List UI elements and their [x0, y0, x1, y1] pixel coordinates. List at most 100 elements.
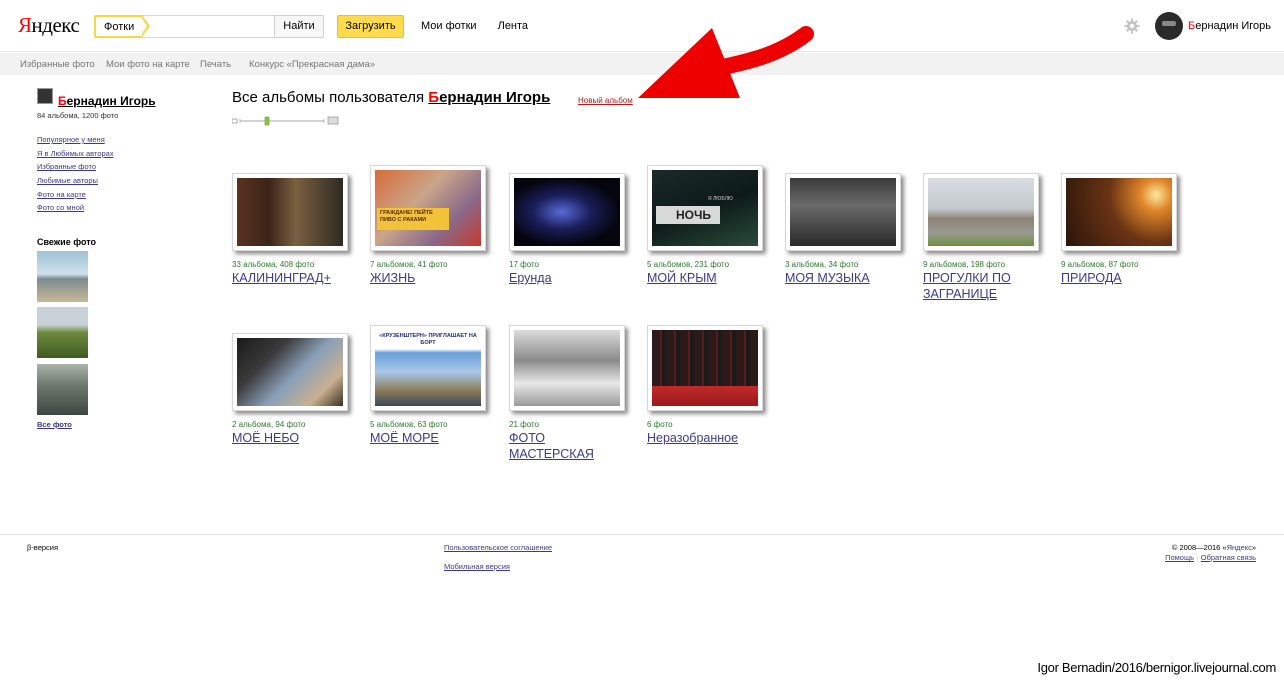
album-cover-image [514, 178, 620, 246]
footer-mobile-link[interactable]: Мобильная версия [444, 562, 510, 571]
sidebar-link-favorite-photos[interactable]: Избранные фото [37, 162, 114, 171]
top-nav: Мои фотки Лента [421, 20, 546, 32]
annotation-arrow-icon [638, 26, 814, 98]
album-cover-image: ГРАЖДАНЕ! ПЕЙТЕ ПИВО С РАКАМИ [375, 170, 481, 246]
footer-feedback-link[interactable]: Обратная связь [1201, 553, 1256, 562]
album-count: 21 фото [509, 420, 539, 429]
album-count: 9 альбомов, 87 фото [1061, 260, 1139, 269]
album-cover[interactable] [647, 325, 763, 411]
album-cover-caption: ГРАЖДАНЕ! ПЕЙТЕ ПИВО С РАКАМИ [377, 208, 449, 230]
sidebar-link-popular[interactable]: Популярное у меня [37, 135, 114, 144]
subnav-contest[interactable]: Конкурс «Прекрасная дама» [249, 59, 375, 70]
album-count: 9 альбомов, 198 фото [923, 260, 1006, 269]
subnav-print[interactable]: Печать [200, 59, 231, 70]
page-title: Все альбомы пользователя Бернадин Игорь [232, 89, 550, 106]
sidebar-stats: 84 альбома, 1200 фото [37, 111, 119, 120]
album-count: 3 альбома, 34 фото [785, 260, 859, 269]
footer-separator: · [1196, 553, 1199, 562]
user-name-top[interactable]: Бернадин Игорь [1188, 20, 1271, 32]
album-cover[interactable]: НОЧЬ Я ЛЮБЛЮ [647, 165, 763, 251]
page-title-owner[interactable]: Бернадин Игорь [428, 89, 550, 106]
album-title[interactable]: ЖИЗНЬ [370, 270, 480, 286]
logo-rest: ндекс [31, 13, 80, 37]
fresh-photo-thumb[interactable] [37, 364, 88, 415]
sidebar-user-name[interactable]: Бернадин Игорь [58, 94, 156, 108]
sidebar-link-in-favorites[interactable]: Я в Любимых авторах [37, 149, 114, 158]
new-album-link[interactable]: Новый альбом [578, 96, 633, 105]
yandex-logo[interactable]: Яндекс [18, 13, 80, 38]
album-card[interactable]: ГРАЖДАНЕ! ПЕЙТЕ ПИВО С РАКАМИ 7 альбомов… [370, 165, 488, 286]
subnav-map[interactable]: Мои фото на карте [106, 59, 190, 70]
album-title[interactable]: МОЁ НЕБО [232, 430, 342, 446]
album-card[interactable]: 21 фото ФОТО МАСТЕРСКАЯ [509, 325, 627, 462]
sidebar-link-with-me[interactable]: Фото со мной [37, 203, 114, 212]
album-card[interactable]: 9 альбомов, 87 фото ПРИРОДА [1061, 173, 1179, 286]
album-title[interactable]: МОЙ КРЫМ [647, 270, 757, 286]
album-cover[interactable]: ГРАЖДАНЕ! ПЕЙТЕ ПИВО С РАКАМИ [370, 165, 486, 251]
fresh-photo-thumb[interactable] [37, 251, 88, 302]
album-cover-caption: НОЧЬ [656, 206, 720, 224]
album-cover[interactable] [232, 333, 348, 411]
album-card[interactable]: 17 фото Ерунда [509, 173, 627, 286]
fresh-photos-title: Свежие фото [37, 237, 97, 247]
album-count: 5 альбомов, 231 фото [647, 260, 730, 269]
album-title[interactable]: ФОТО МАСТЕРСКАЯ [509, 430, 619, 462]
album-title[interactable]: КАЛИНИНГРАД+ [232, 270, 342, 286]
footer-help-links: Помощь · Обратная связь [1165, 553, 1256, 562]
album-card[interactable]: 33 альбома, 408 фото КАЛИНИНГРАД+ [232, 173, 350, 286]
album-cover-caption: «КРУЗЕНШТЕРН» ПРИГЛАШАЕТ НА БОРТ [378, 332, 478, 349]
sidebar-link-favorite-authors[interactable]: Любимые авторы [37, 176, 114, 185]
album-title[interactable]: ПРОГУЛКИ ПО ЗАГРАНИЦЕ [923, 270, 1033, 302]
search-button[interactable]: Найти [274, 15, 324, 38]
fresh-photo-thumb[interactable] [37, 307, 88, 358]
zoom-slider[interactable] [232, 116, 340, 126]
sidebar-avatar[interactable] [37, 88, 53, 104]
album-cover-image [1066, 178, 1172, 246]
upload-button[interactable]: Загрузить [337, 15, 404, 38]
album-card[interactable]: 9 альбомов, 198 фото ПРОГУЛКИ ПО ЗАГРАНИ… [923, 173, 1041, 302]
album-card[interactable]: 6 фото Неразобранное [647, 325, 765, 446]
nav-my-photos[interactable]: Мои фотки [421, 20, 477, 32]
page-title-prefix: Все альбомы пользователя [232, 89, 425, 106]
album-cover-image [237, 338, 343, 406]
all-photos-link[interactable]: Все фото [37, 420, 72, 429]
album-card[interactable]: 2 альбома, 94 фото МОЁ НЕБО [232, 333, 350, 446]
subnav-favorites[interactable]: Избранные фото [20, 59, 95, 70]
album-card[interactable]: 3 альбома, 34 фото МОЯ МУЗЫКА [785, 173, 903, 286]
album-title[interactable]: ПРИРОДА [1061, 270, 1171, 286]
footer-copyright: © 2008—2016 «Яндекс» [1172, 543, 1256, 552]
album-cover[interactable]: «КРУЗЕНШТЕРН» ПРИГЛАШАЕТ НА БОРТ [370, 325, 486, 411]
album-cover[interactable] [509, 173, 625, 251]
album-title[interactable]: Ерунда [509, 270, 619, 286]
album-cover-image [652, 330, 758, 406]
search-box: Фотки Найти [94, 15, 324, 38]
copyright-prefix: © 2008—2016 « [1171, 543, 1227, 552]
sidebar-user-rest: ернадин Игорь [66, 94, 156, 108]
album-title[interactable]: МОЁ МОРЕ [370, 430, 480, 446]
user-name-rest: ернадин Игорь [1195, 20, 1271, 32]
album-cover[interactable] [1061, 173, 1177, 251]
album-cover[interactable] [232, 173, 348, 251]
album-cover-image: НОЧЬ Я ЛЮБЛЮ [652, 170, 758, 246]
album-cover[interactable] [785, 173, 901, 251]
album-cover-image: «КРУЗЕНШТЕРН» ПРИГЛАШАЕТ НА БОРТ [375, 330, 481, 406]
footer-help-link[interactable]: Помощь [1165, 553, 1194, 562]
search-service-tag[interactable]: Фотки [94, 15, 151, 38]
album-card[interactable]: «КРУЗЕНШТЕРН» ПРИГЛАШАЕТ НА БОРТ 5 альбо… [370, 325, 488, 446]
album-cover[interactable] [509, 325, 625, 411]
user-avatar[interactable] [1155, 12, 1183, 40]
album-title[interactable]: Неразобранное [647, 430, 757, 446]
album-cover[interactable] [923, 173, 1039, 251]
footer-terms-link[interactable]: Пользовательское соглашение [444, 543, 552, 552]
search-input[interactable] [147, 17, 273, 36]
album-cover-image [237, 178, 343, 246]
copyright-yandex-link[interactable]: Яндекс [1227, 543, 1252, 552]
gear-icon[interactable] [1124, 18, 1140, 34]
album-title[interactable]: МОЯ МУЗЫКА [785, 270, 895, 286]
album-card[interactable]: НОЧЬ Я ЛЮБЛЮ 5 альбомов, 231 фото МОЙ КР… [647, 165, 765, 286]
album-cover-image [790, 178, 896, 246]
logo-first-letter: Я [18, 13, 32, 37]
sidebar-link-map[interactable]: Фото на карте [37, 190, 114, 199]
album-count: 17 фото [509, 260, 539, 269]
nav-feed[interactable]: Лента [498, 20, 528, 32]
